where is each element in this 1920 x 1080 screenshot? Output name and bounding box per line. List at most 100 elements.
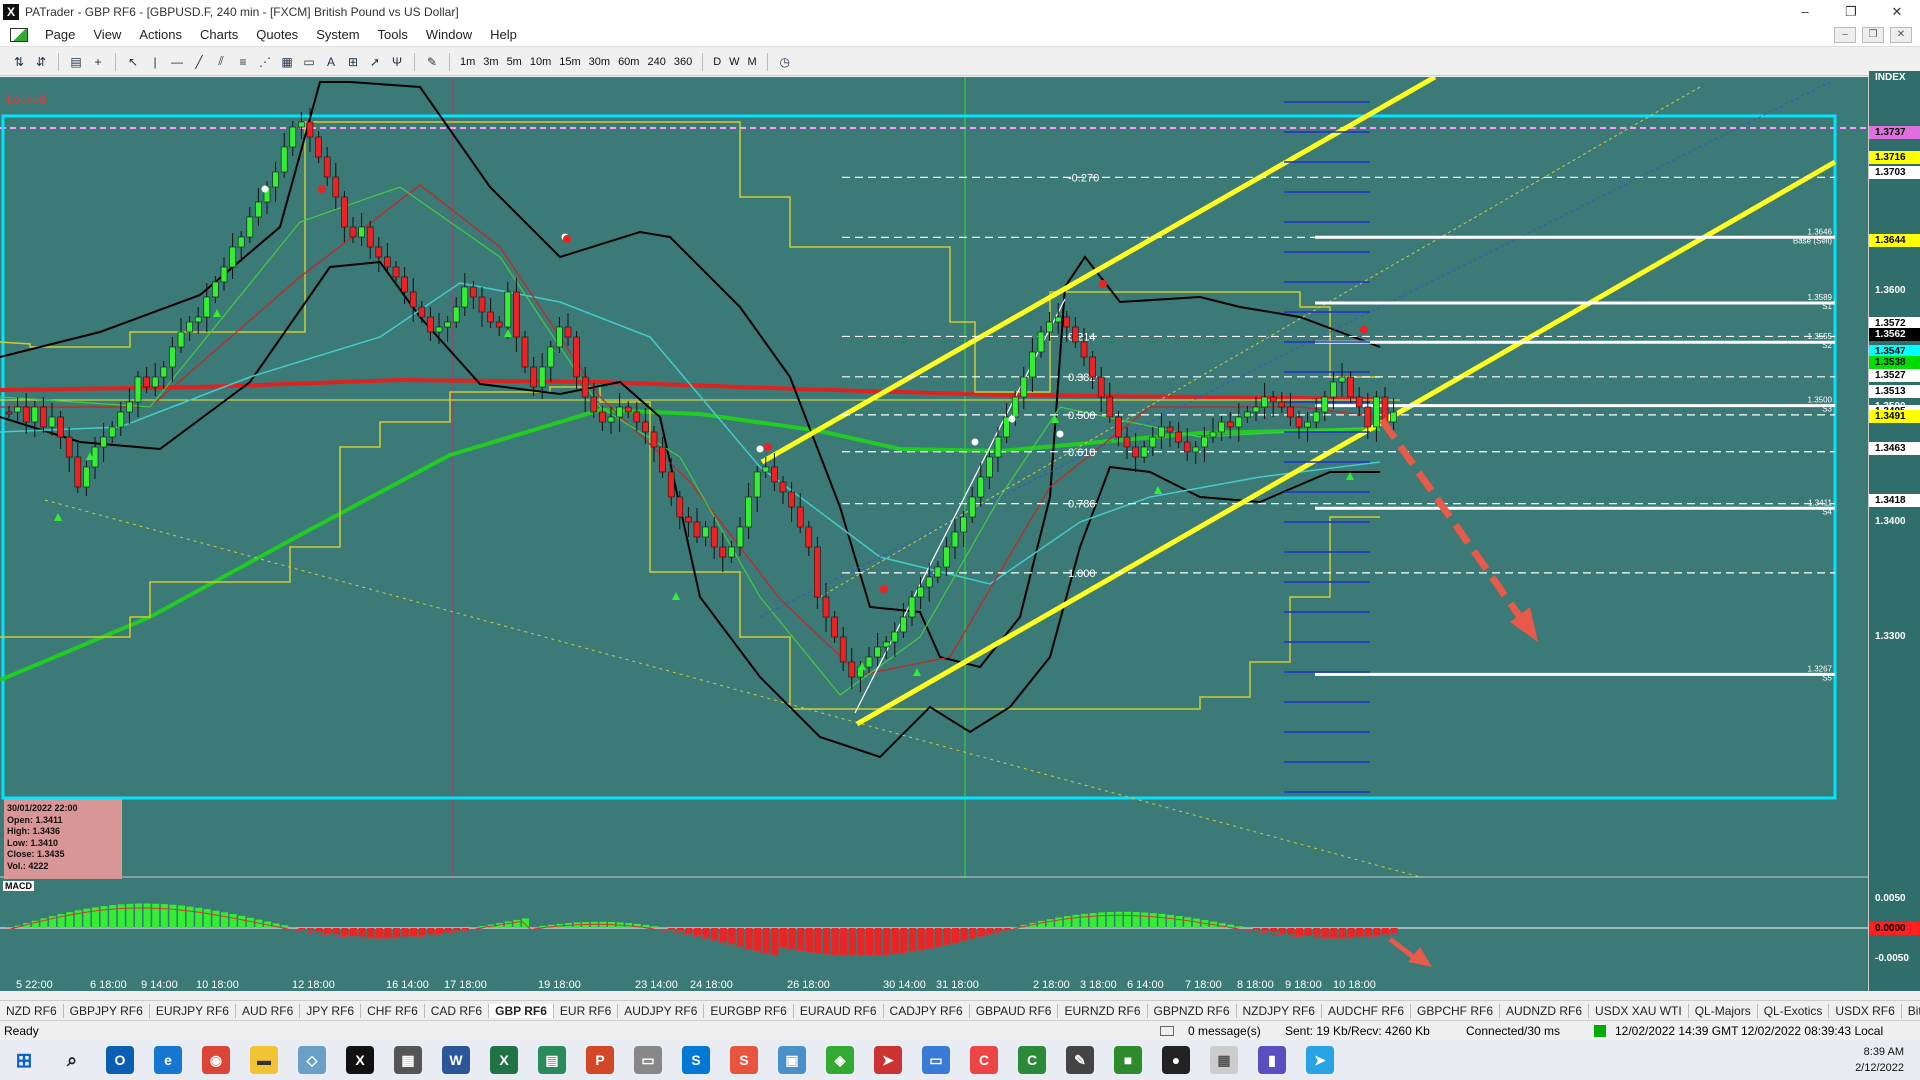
symbol-tab[interactable]: GBPNZD RF6 [1148, 1003, 1237, 1018]
trend-line-icon[interactable]: ╱ [190, 53, 208, 71]
word-icon[interactable]: W [442, 1046, 470, 1074]
cursor-icon[interactable]: ↖ [124, 53, 142, 71]
record-icon[interactable]: ● [1162, 1046, 1190, 1074]
blue-monitor-icon[interactable]: ▭ [922, 1046, 950, 1074]
outlook-icon[interactable]: O [106, 1046, 134, 1074]
fibonacci-icon[interactable]: ≡ [234, 53, 252, 71]
calculator-icon[interactable]: ▦ [394, 1046, 422, 1074]
tf-5m-button[interactable]: 5m [503, 56, 526, 68]
chart-menu-icon[interactable] [10, 27, 28, 42]
minimize-button[interactable]: – [1782, 0, 1828, 23]
tf-weekly-button[interactable]: W [725, 56, 743, 68]
mdi-close-button[interactable]: ✕ [1890, 26, 1912, 43]
symbol-tab[interactable]: EURGBP RF6 [704, 1003, 794, 1018]
telegram-icon[interactable]: ➤ [1306, 1046, 1334, 1074]
clock-icon[interactable]: ◷ [776, 53, 794, 71]
edge-icon[interactable]: e [154, 1046, 182, 1074]
tf-3m-button[interactable]: 3m [479, 56, 502, 68]
symbol-tab[interactable]: USDX RF6 [1829, 1003, 1902, 1018]
stock-app-icon[interactable]: ▤ [538, 1046, 566, 1074]
tf-1m-button[interactable]: 1m [456, 56, 479, 68]
crosshair-icon[interactable]: + [89, 53, 107, 71]
gray-app-icon[interactable]: ▦ [1210, 1046, 1238, 1074]
mdi-minimize-button[interactable]: – [1834, 26, 1856, 43]
tf-10m-button[interactable]: 10m [526, 56, 555, 68]
pitchfork-icon[interactable]: Ψ [388, 53, 406, 71]
close-button[interactable]: ✕ [1874, 0, 1920, 23]
app-blue-icon[interactable]: ◇ [298, 1046, 326, 1074]
menu-system[interactable]: System [307, 27, 368, 42]
disk-icon[interactable]: ▭ [634, 1046, 662, 1074]
symbol-tab[interactable]: AUD RF6 [236, 1003, 301, 1018]
bird-app-icon[interactable]: ➤ [874, 1046, 902, 1074]
symbol-tab[interactable]: GBPAUD RF6 [970, 1003, 1059, 1018]
symbol-tab[interactable]: EURJPY RF6 [150, 1003, 236, 1018]
green-c-icon[interactable]: C [1018, 1046, 1046, 1074]
symbol-tab[interactable]: GBPJPY RF6 [64, 1003, 150, 1018]
fib-fan-icon[interactable]: ⋰ [256, 53, 274, 71]
menu-page[interactable]: Page [36, 27, 84, 42]
excel-icon[interactable]: X [490, 1046, 518, 1074]
taskbar-clock[interactable]: 8:39 AM 2/12/2022 [1855, 1044, 1904, 1076]
symbol-tab[interactable]: QL-Exotics [1758, 1003, 1830, 1018]
search-icon[interactable]: ⌕ [58, 1046, 86, 1074]
symbol-tab[interactable]: EURNZD RF6 [1058, 1003, 1148, 1018]
symbol-tab[interactable]: CHF RF6 [361, 1003, 425, 1018]
symbol-tab[interactable]: QL-Majors [1689, 1003, 1758, 1018]
mail-icon[interactable] [1160, 1026, 1174, 1036]
symbol-tab[interactable]: GBP RF6 [489, 1003, 554, 1018]
chart-area[interactable]: -0.270 0.214 0.382 0.500 0.618 0.786 1.000 1.36… [0, 71, 1920, 991]
symbol-tab[interactable]: Bitcoin [1902, 1004, 1920, 1018]
rectangle-icon[interactable]: ▭ [300, 53, 318, 71]
menu-window[interactable]: Window [417, 27, 481, 42]
green-square-icon[interactable]: ■ [1114, 1046, 1142, 1074]
buy-arrow-icon[interactable]: ⇅ [10, 53, 28, 71]
vertical-line-icon[interactable]: | [146, 53, 164, 71]
skype-icon[interactable]: S [682, 1046, 710, 1074]
symbol-tab[interactable]: USDX XAU WTI [1589, 1003, 1689, 1018]
symbol-tab[interactable]: AUDCHF RF6 [1322, 1003, 1411, 1018]
arrow-tool-icon[interactable]: ➚ [366, 53, 384, 71]
chart-type-icon[interactable]: ▤ [67, 53, 85, 71]
maximize-button[interactable]: ❐ [1828, 0, 1874, 23]
file-explorer-icon[interactable]: ▬ [250, 1046, 278, 1074]
tf-60m-button[interactable]: 60m [614, 56, 643, 68]
patrader-icon[interactable]: X [346, 1046, 374, 1074]
symbol-tab[interactable]: NZDJPY RF6 [1237, 1003, 1322, 1018]
sell-arrow-icon[interactable]: ⇵ [32, 53, 50, 71]
tf-15m-button[interactable]: 15m [555, 56, 584, 68]
symbol-tab[interactable]: AUDJPY RF6 [618, 1003, 705, 1018]
pivot-icon[interactable]: ⊞ [344, 53, 362, 71]
horizontal-line-icon[interactable]: — [168, 53, 186, 71]
green-app-icon[interactable]: ◈ [826, 1046, 854, 1074]
tf-30m-button[interactable]: 30m [585, 56, 614, 68]
symbol-tab[interactable]: CAD RF6 [425, 1003, 490, 1018]
text-icon[interactable]: A [322, 53, 340, 71]
mdi-restore-button[interactable]: ❐ [1862, 26, 1884, 43]
pen-app-icon[interactable]: ✎ [1066, 1046, 1094, 1074]
tf-360-button[interactable]: 360 [670, 56, 696, 68]
draw-line-icon[interactable]: ✎ [423, 53, 441, 71]
purple-app-icon[interactable]: ▮ [1258, 1046, 1286, 1074]
menu-quotes[interactable]: Quotes [247, 27, 307, 42]
symbol-tab[interactable]: EURAUD RF6 [794, 1003, 884, 1018]
app-s-icon[interactable]: S [730, 1046, 758, 1074]
symbol-tab[interactable]: EUR RF6 [554, 1003, 619, 1018]
network-icon[interactable]: ▣ [778, 1046, 806, 1074]
chrome-icon[interactable]: ◉ [202, 1046, 230, 1074]
menu-actions[interactable]: Actions [130, 27, 191, 42]
menu-tools[interactable]: Tools [369, 27, 417, 42]
symbol-tab[interactable]: JPY RF6 [300, 1003, 362, 1018]
powerpoint-icon[interactable]: P [586, 1046, 614, 1074]
windows-start-icon[interactable]: ⊞ [10, 1046, 38, 1074]
price-axis[interactable]: INDEX 1.3737 1.3716 1.3703 1.3644 1.3600 1.357… [1868, 71, 1920, 991]
channel-icon[interactable]: ⫽ [212, 53, 230, 71]
gann-icon[interactable]: ▦ [278, 53, 296, 71]
tf-monthly-button[interactable]: M [744, 56, 761, 68]
tf-daily-button[interactable]: D [709, 56, 725, 68]
red-c-icon[interactable]: C [970, 1046, 998, 1074]
menu-view[interactable]: View [84, 27, 130, 42]
symbol-tab[interactable]: AUDNZD RF6 [1500, 1003, 1590, 1018]
tf-240-button[interactable]: 240 [643, 56, 669, 68]
menu-charts[interactable]: Charts [191, 27, 247, 42]
